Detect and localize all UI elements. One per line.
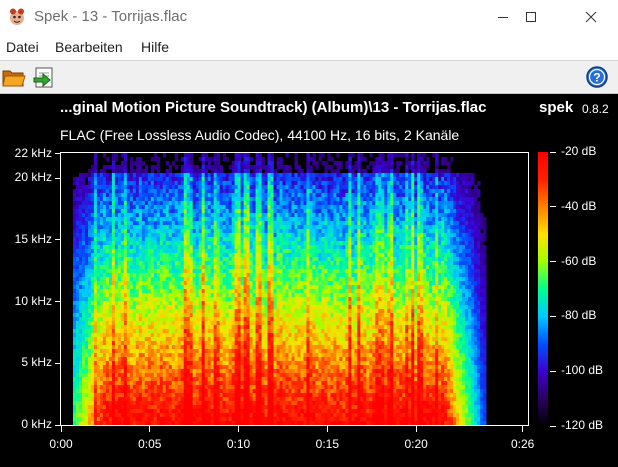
y-tick-label: 0 kHz (21, 417, 52, 431)
x-tick-label: 0:20 (404, 437, 428, 451)
db-colorbar (538, 152, 548, 426)
app-version: 0.8.2 (582, 102, 609, 116)
help-icon: ? (586, 66, 608, 88)
db-tick-label: -120 dB (561, 418, 604, 432)
db-tick (550, 315, 556, 317)
app-name: spek (539, 99, 574, 116)
window-title: Spek - 13 - Torrijas.flac (34, 8, 188, 25)
db-tick (550, 425, 556, 427)
x-tick-label: 0:05 (138, 437, 162, 451)
db-tick-label: -100 dB (561, 363, 604, 378)
y-tick-label: 22 kHz (14, 145, 52, 160)
db-tick (550, 370, 556, 372)
spectrogram-cells (72, 153, 487, 425)
x-tick (522, 426, 524, 432)
db-tick-label: -40 dB (561, 198, 597, 213)
x-tick-label: 0:10 (226, 437, 251, 451)
db-tick-label: -80 dB (561, 308, 597, 323)
y-tick (55, 301, 61, 303)
svg-text:?: ? (593, 71, 600, 85)
y-tick-label: 20 kHz (14, 170, 52, 185)
x-tick (415, 426, 417, 432)
x-tick (149, 426, 151, 432)
y-tick (55, 362, 61, 364)
menu-bar: Datei Bearbeiten Hilfe (0, 34, 618, 60)
toolbar: ? (0, 60, 618, 94)
save-button[interactable] (31, 64, 57, 90)
colorbar-gradient (538, 152, 548, 426)
menu-hilfe[interactable]: Hilfe (141, 39, 169, 55)
maximize-icon (526, 12, 536, 22)
spectrogram-image (72, 153, 487, 425)
x-tick-label: 0:26 (510, 437, 535, 451)
close-icon (585, 11, 597, 23)
db-tick-label: -60 dB (561, 253, 597, 268)
maximize-button[interactable] (508, 0, 554, 34)
audio-info: FLAC (Free Lossless Audio Codec), 44100 … (60, 127, 460, 143)
spectrogram-panel: ...ginal Motion Picture Soundtrack) (Alb… (0, 94, 618, 467)
open-button[interactable] (1, 64, 27, 90)
title-bar: Spek - 13 - Torrijas.flac (0, 0, 618, 34)
x-tick-label: 0:15 (315, 437, 340, 451)
x-tick (326, 426, 328, 432)
y-tick (55, 153, 61, 155)
y-tick (55, 177, 61, 179)
menu-bearbeiten[interactable]: Bearbeiten (55, 39, 123, 55)
help-button[interactable]: ? (584, 64, 610, 90)
open-folder-icon (2, 70, 26, 87)
spectrogram (60, 152, 529, 426)
db-tick (550, 261, 556, 263)
x-tick (60, 426, 62, 432)
save-export-icon (33, 67, 53, 88)
db-tick (550, 151, 556, 153)
db-tick (550, 206, 556, 208)
y-tick-label: 10 kHz (14, 293, 52, 308)
close-button[interactable] (568, 0, 614, 34)
x-tick (238, 426, 240, 432)
file-path-title: ...ginal Motion Picture Soundtrack) (Alb… (60, 99, 487, 116)
menu-datei[interactable]: Datei (6, 39, 39, 55)
db-tick-label: -20 dB (561, 144, 597, 158)
y-tick-label: 5 kHz (21, 355, 52, 370)
y-tick-label: 15 kHz (14, 231, 52, 246)
y-tick (55, 239, 61, 241)
x-tick-label: 0:00 (49, 437, 73, 451)
spek-app-icon (10, 8, 24, 25)
